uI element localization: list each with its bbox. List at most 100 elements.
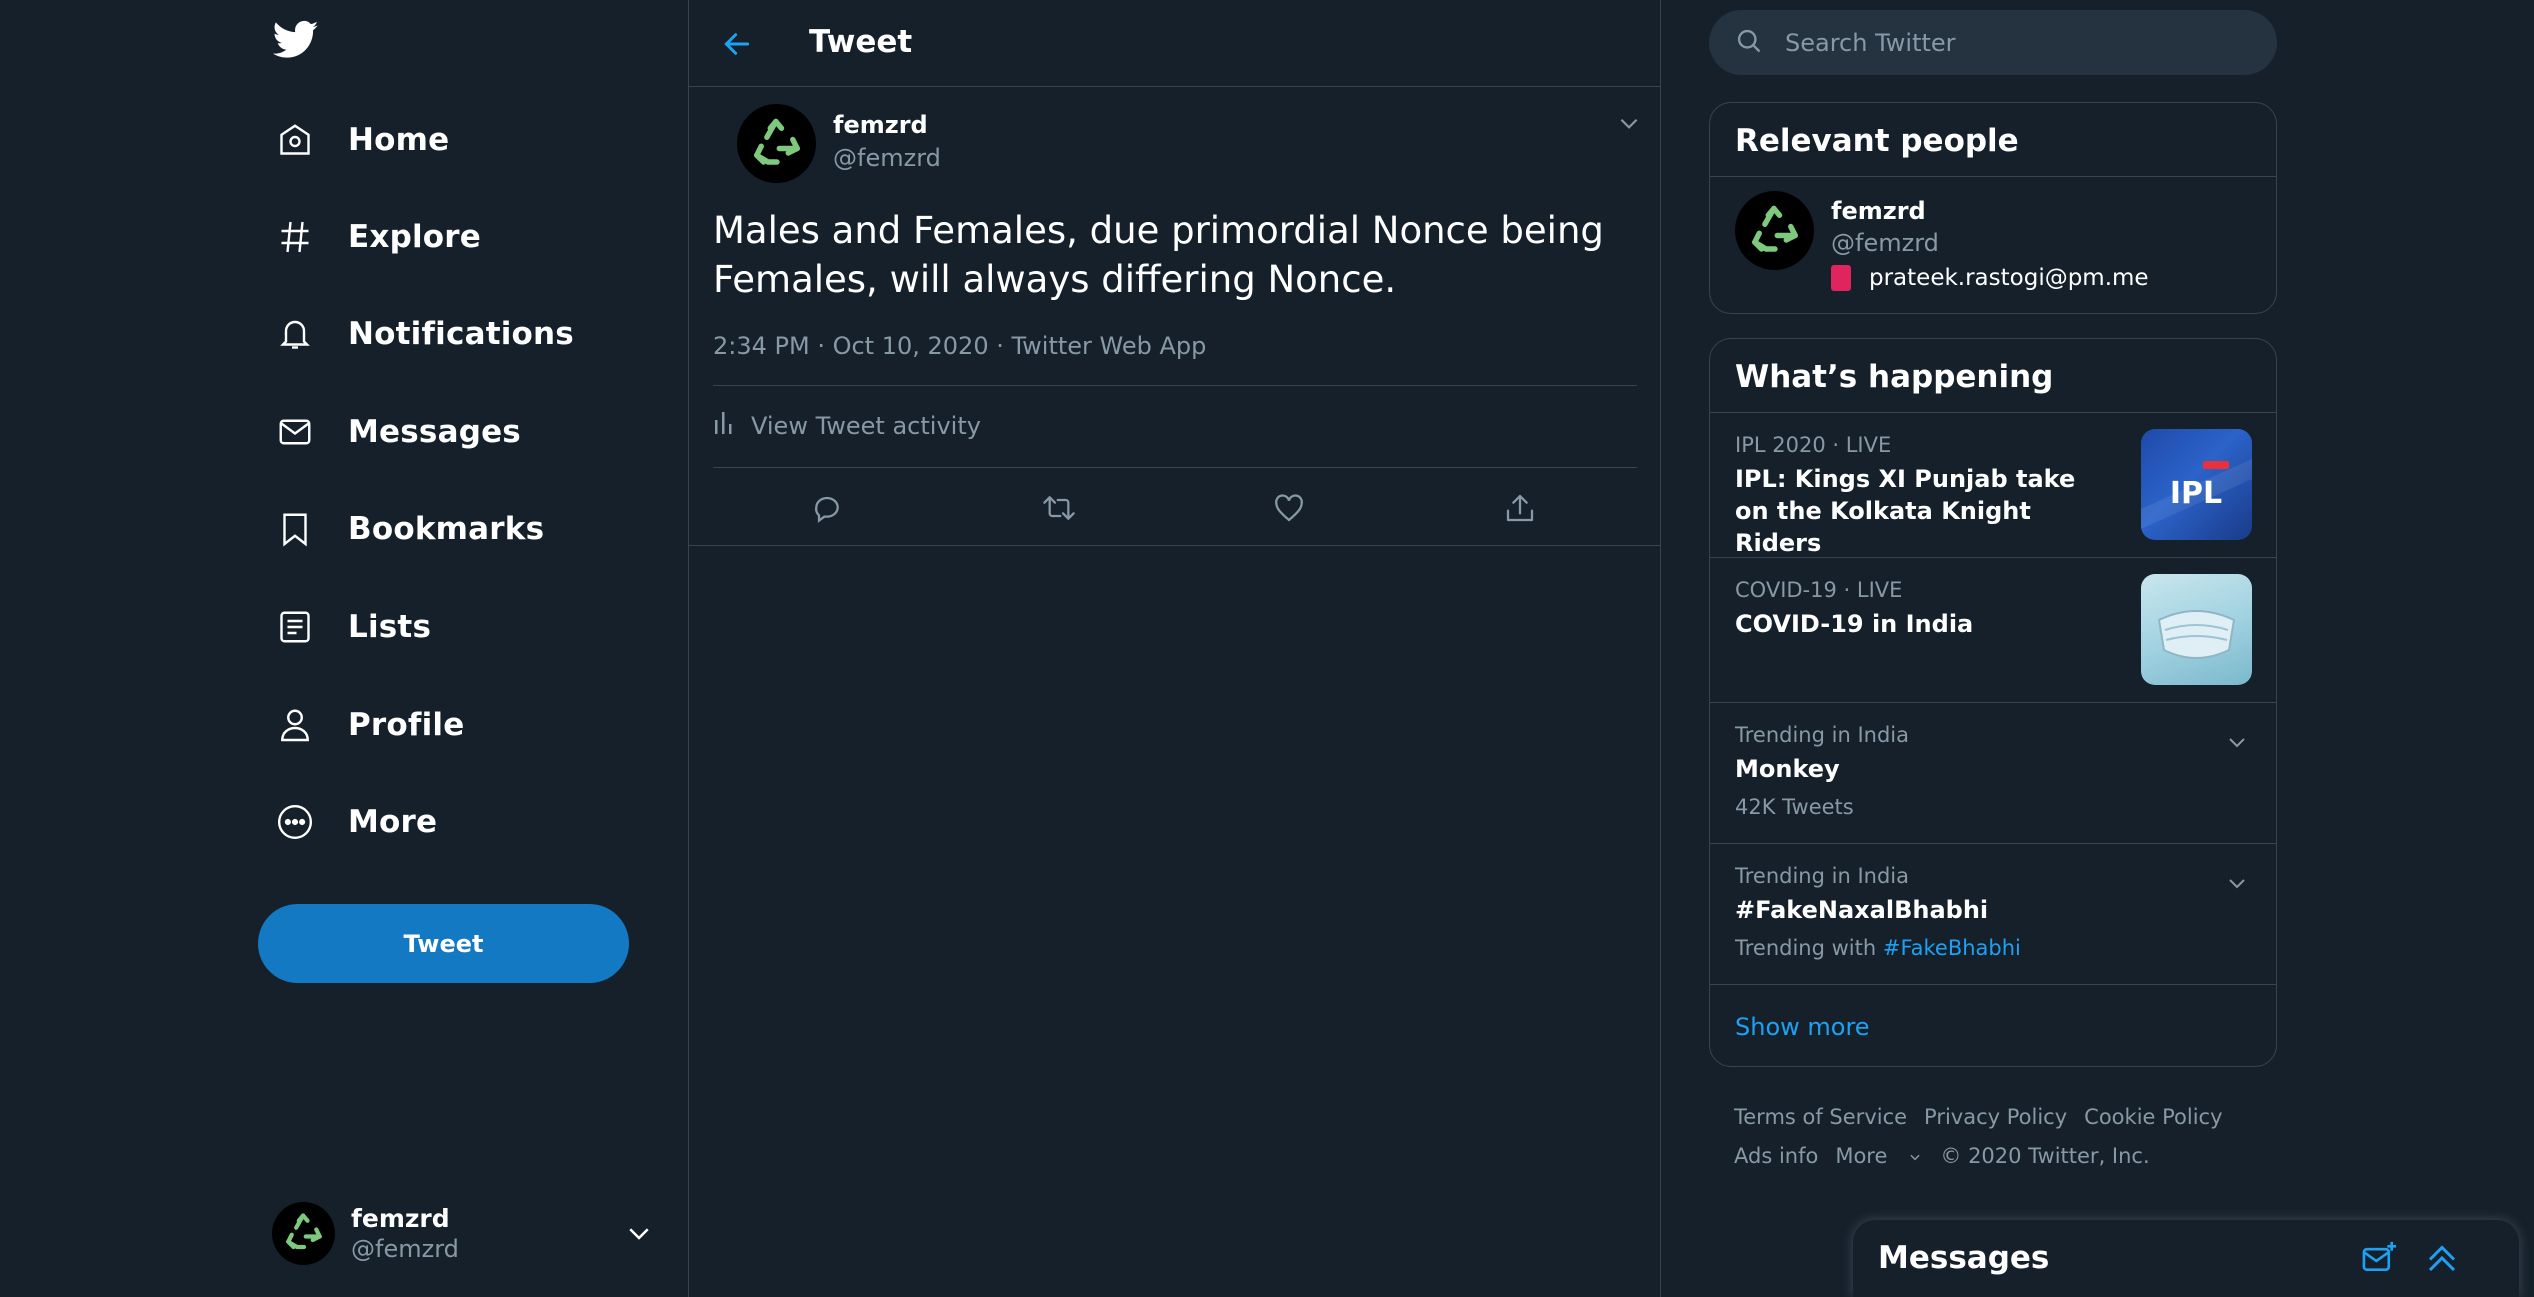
nav-item-more[interactable]: More (275, 792, 437, 852)
tweet-menu-chevron-icon[interactable] (1609, 108, 1649, 138)
messages-drawer[interactable]: Messages (1853, 1220, 2519, 1297)
retweet-icon[interactable] (1039, 488, 1079, 528)
footer: Terms of Service Privacy Policy Cookie Pol… (1734, 1098, 2294, 1176)
like-heart-icon[interactable] (1269, 488, 1309, 528)
twitter-logo-icon[interactable] (272, 20, 323, 64)
show-more-link[interactable]: Show more (1710, 985, 2276, 1065)
footer-link[interactable]: Ads info (1734, 1144, 1818, 1168)
recycle-icon (1751, 205, 1798, 252)
trend-title: COVID-19 in India (1735, 610, 1974, 638)
reply-icon[interactable] (807, 488, 847, 528)
left-navigation: Home Explore Notifications Messages Book… (0, 0, 688, 1297)
copyright: © 2020 Twitter, Inc. (1940, 1144, 2150, 1168)
search-box (1709, 10, 2277, 75)
nav-item-profile[interactable]: Profile (275, 695, 464, 755)
view-tweet-activity-link[interactable]: View Tweet activity (713, 410, 981, 442)
avatar[interactable] (737, 104, 816, 183)
divider (713, 385, 1637, 386)
nav-item-label: More (348, 804, 438, 840)
envelope-icon (275, 412, 315, 452)
tweet-timestamp: 2:34 PM · Oct 10, 2020 · Twitter Web App (713, 332, 1207, 360)
chevron-down-icon[interactable] (624, 1218, 654, 1252)
trend-item[interactable]: COVID-19 · LIVE COVID-19 in India (1710, 558, 2276, 703)
trend-context: Trending in India (1735, 723, 1909, 747)
chevron-down-icon (1910, 1154, 1920, 1161)
hashtag-link[interactable]: #FakeBhabhi (1883, 936, 2021, 960)
ipl-logo-text: IPL (2170, 476, 2222, 511)
nav-item-lists[interactable]: Lists (275, 597, 431, 657)
trend-subtitle: Trending with #FakeBhabhi (1735, 936, 2021, 960)
nav-item-label: Home (348, 122, 450, 158)
page-title: Tweet (809, 24, 913, 60)
chevron-down-icon[interactable] (2222, 868, 2252, 898)
footer-link[interactable]: Terms of Service (1734, 1105, 1907, 1129)
more-circle-icon (275, 802, 315, 842)
nav-item-label: Explore (348, 219, 481, 255)
whats-happening-card: What’s happening IPL 2020 · LIVE IPL: Ki… (1709, 338, 2277, 1067)
nav-item-bookmarks[interactable]: Bookmarks (275, 499, 544, 559)
footer-link[interactable]: Cookie Policy (2084, 1105, 2222, 1129)
nav-item-label: Bookmarks (348, 511, 545, 547)
trend-tweet-count: 42K Tweets (1735, 795, 1854, 819)
new-message-icon[interactable] (2361, 1240, 2399, 1280)
relevant-person-name[interactable]: femzrd (1831, 197, 1926, 225)
right-sidebar: Relevant people femzrd @femzrd prateek.r… (1661, 0, 2534, 1297)
home-icon (275, 120, 315, 160)
analytics-bars-icon (713, 410, 735, 442)
footer-link[interactable]: Privacy Policy (1924, 1105, 2067, 1129)
hashtag-icon (275, 217, 315, 257)
account-handle: @femzrd (351, 1234, 459, 1263)
nav-item-label: Notifications (348, 316, 574, 352)
trend-item[interactable]: Trending in India Monkey 42K Tweets (1710, 703, 2276, 844)
avatar (272, 1201, 335, 1265)
trend-title: IPL: Kings XI Punjab take on the Kolkata… (1735, 465, 2076, 557)
trend-context: Trending in India (1735, 864, 1909, 888)
face-mask-thumbnail (2141, 574, 2252, 685)
trend-title: Monkey (1735, 755, 1840, 783)
account-name: femzrd (351, 1203, 450, 1233)
tweet-source[interactable]: Twitter Web App (1011, 332, 1206, 360)
nav-item-explore[interactable]: Explore (275, 207, 481, 267)
expand-drawer-icon[interactable] (2423, 1240, 2461, 1280)
trend-context: COVID-19 · LIVE (1735, 578, 1903, 602)
tweet-text: Males and Females, due primordial Nonce … (713, 209, 1604, 301)
back-arrow-icon[interactable] (717, 24, 757, 64)
account-switcher[interactable]: femzrd @femzrd (272, 1198, 662, 1268)
nav-item-notifications[interactable]: Notifications (275, 304, 574, 364)
trend-item[interactable]: Trending in India #FakeNaxalBhabhi Trend… (1710, 844, 2276, 985)
ipl-thumbnail: IPL (2141, 429, 2252, 540)
chevron-down-icon[interactable] (2222, 727, 2252, 757)
bio-text: prateek.rastogi@pm.me (1869, 265, 2149, 291)
tweet-actions (689, 468, 1660, 546)
list-icon (275, 607, 315, 647)
tweet-author: femzrd @femzrd (713, 87, 1636, 187)
relevant-person[interactable]: femzrd @femzrd prateek.rastogi@pm.me (1710, 177, 2276, 312)
app: Home Explore Notifications Messages Book… (0, 0, 2534, 1297)
nav-item-label: Profile (348, 707, 465, 743)
relevant-people-title: Relevant people (1710, 103, 2276, 177)
nav-item-home[interactable]: Home (275, 110, 449, 170)
tweet-author-handle[interactable]: @femzrd (833, 144, 941, 172)
nav-item-label: Messages (348, 414, 521, 450)
person-icon (275, 705, 315, 745)
tweet: femzrd @femzrd (689, 87, 1660, 187)
footer-more-link[interactable]: More (1835, 1144, 1923, 1168)
nav-item-messages[interactable]: Messages (275, 402, 521, 462)
tweet-detail-column: Tweet femzrd @femzrd Males and Females, … (688, 0, 1661, 1297)
trend-item[interactable]: IPL 2020 · LIVE IPL: Kings XI Punjab tak… (1710, 413, 2276, 558)
search-input[interactable] (1785, 28, 2245, 57)
recycle-icon (285, 1213, 322, 1250)
activity-label: View Tweet activity (751, 412, 981, 440)
nav-item-label: Lists (348, 609, 432, 645)
relevant-people-card: Relevant people femzrd @femzrd prateek.r… (1709, 102, 2277, 314)
tweet-author-name[interactable]: femzrd (833, 111, 928, 139)
whats-happening-title: What’s happening (1710, 339, 2276, 413)
relevant-person-bio: prateek.rastogi@pm.me (1831, 265, 2149, 291)
trend-title: #FakeNaxalBhabhi (1735, 896, 1989, 924)
tweet-time[interactable]: 2:34 PM · Oct 10, 2020 (713, 332, 989, 360)
tweet-button[interactable]: Tweet (258, 904, 629, 983)
recycle-icon (753, 118, 800, 165)
share-icon[interactable] (1500, 488, 1540, 528)
trend-context: IPL 2020 · LIVE (1735, 433, 1892, 457)
avatar[interactable] (1735, 191, 1814, 270)
